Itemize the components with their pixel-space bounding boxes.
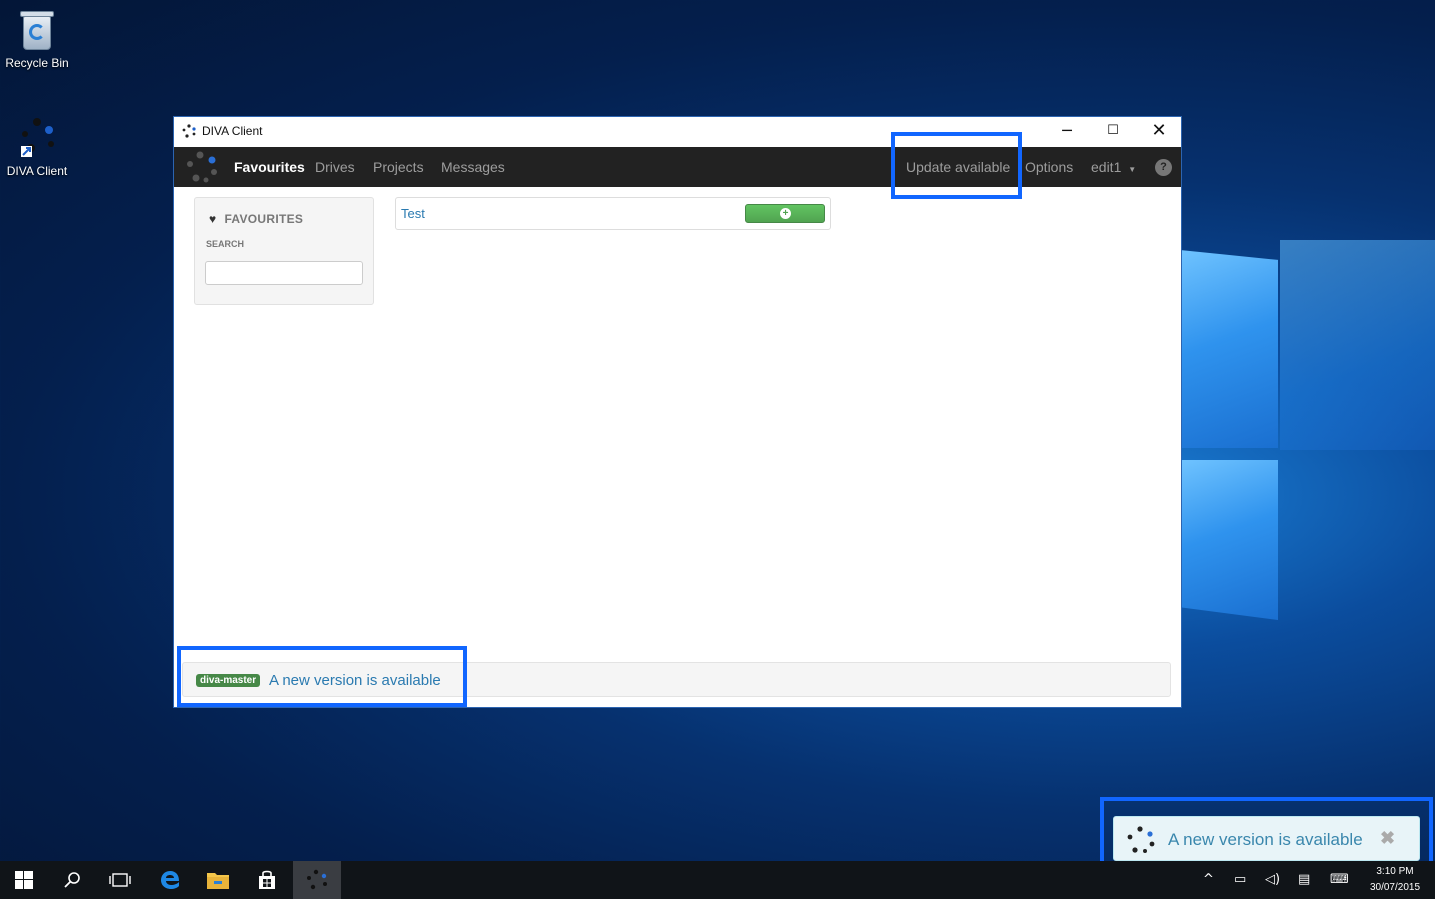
top-navbar: Favourites Drives Projects Messages Upda… — [174, 147, 1181, 187]
add-favourite-button[interactable]: + — [745, 204, 825, 223]
diva-client-taskbar-button[interactable] — [293, 861, 341, 899]
wallpaper-pane — [1180, 460, 1278, 620]
diva-logo-icon — [1127, 826, 1155, 854]
windows-taskbar: ^ ▭ ◁) ▤ ⌨ 3:10 PM 30/07/2015 — [0, 861, 1435, 899]
wallpaper-pane — [1280, 240, 1435, 450]
user-menu[interactable]: edit1 ▼ — [1091, 147, 1136, 187]
diva-logo-icon[interactable] — [182, 150, 222, 184]
search-button[interactable] — [48, 861, 96, 899]
diva-logo-icon — [17, 116, 57, 160]
diva-logo-icon — [182, 124, 196, 141]
highlight-box — [177, 646, 467, 707]
help-icon[interactable]: ? — [1155, 159, 1172, 176]
window-titlebar[interactable]: DIVA Client ─ ☐ ✕ — [174, 117, 1181, 147]
search-icon — [64, 872, 80, 888]
tray-time: 3:10 PM — [1376, 866, 1414, 877]
desktop-icon-recycle-bin[interactable]: Recycle Bin — [0, 8, 74, 70]
notification-icon[interactable]: ▤ — [1298, 872, 1310, 887]
edge-icon — [161, 871, 179, 889]
start-button[interactable] — [0, 861, 48, 899]
desktop-icon-diva-client[interactable]: DIVA Client — [0, 116, 74, 178]
tray-clock[interactable]: 3:10 PM 30/07/2015 — [1360, 864, 1430, 896]
diva-logo-icon — [307, 869, 327, 890]
search-label: SEARCH — [206, 239, 245, 249]
nav-messages[interactable]: Messages — [441, 147, 505, 187]
nav-favourites[interactable]: Favourites — [234, 147, 305, 187]
heart-icon: ♥ — [209, 212, 217, 226]
plus-circle-icon: + — [780, 208, 791, 219]
desktop-icon-label: DIVA Client — [6, 164, 68, 178]
recycle-bin-icon — [17, 8, 57, 52]
minimize-button[interactable]: ─ — [1044, 117, 1090, 147]
user-menu-label: edit1 — [1091, 159, 1122, 175]
maximize-button[interactable]: ☐ — [1090, 117, 1136, 147]
folder-icon — [207, 873, 229, 889]
task-view-icon — [109, 873, 131, 887]
volume-icon[interactable]: ◁) — [1265, 872, 1280, 887]
edge-browser-button[interactable] — [146, 861, 194, 899]
chevron-up-icon[interactable]: ^ — [1203, 872, 1214, 887]
windows-start-icon — [15, 871, 33, 889]
favourite-link[interactable]: Test — [401, 206, 425, 221]
toast-close-icon[interactable]: ✖ — [1380, 828, 1395, 849]
window-title: DIVA Client — [202, 124, 263, 138]
keyboard-icon[interactable]: ⌨ — [1330, 872, 1349, 887]
caret-down-icon: ▼ — [1128, 165, 1137, 174]
store-button[interactable] — [243, 861, 291, 899]
close-button[interactable]: ✕ — [1136, 117, 1182, 147]
task-view-button[interactable] — [96, 861, 144, 899]
nav-options[interactable]: Options — [1025, 147, 1073, 187]
favourite-item: Test + — [395, 197, 831, 230]
highlight-box — [891, 132, 1022, 199]
desktop-icon-label: Recycle Bin — [5, 56, 69, 70]
tray-date: 30/07/2015 — [1369, 882, 1421, 893]
store-icon — [259, 870, 275, 889]
sidebar-heading: ♥ FAVOURITES — [209, 212, 303, 226]
favourites-sidebar: ♥ FAVOURITES SEARCH — [194, 197, 374, 305]
wallpaper-pane — [1180, 250, 1278, 448]
nav-drives[interactable]: Drives — [315, 147, 355, 187]
network-icon[interactable]: ▭ — [1234, 872, 1246, 887]
toast-message: A new version is available — [1168, 830, 1363, 849]
search-input[interactable] — [205, 261, 363, 285]
file-explorer-button[interactable] — [194, 861, 242, 899]
nav-projects[interactable]: Projects — [373, 147, 424, 187]
sidebar-heading-label: FAVOURITES — [224, 212, 304, 226]
diva-client-window: DIVA Client ─ ☐ ✕ Favourites Drives Proj… — [173, 116, 1182, 708]
windows-wallpaper-logo — [1180, 240, 1435, 640]
update-toast[interactable]: A new version is available ✖ — [1113, 816, 1420, 861]
